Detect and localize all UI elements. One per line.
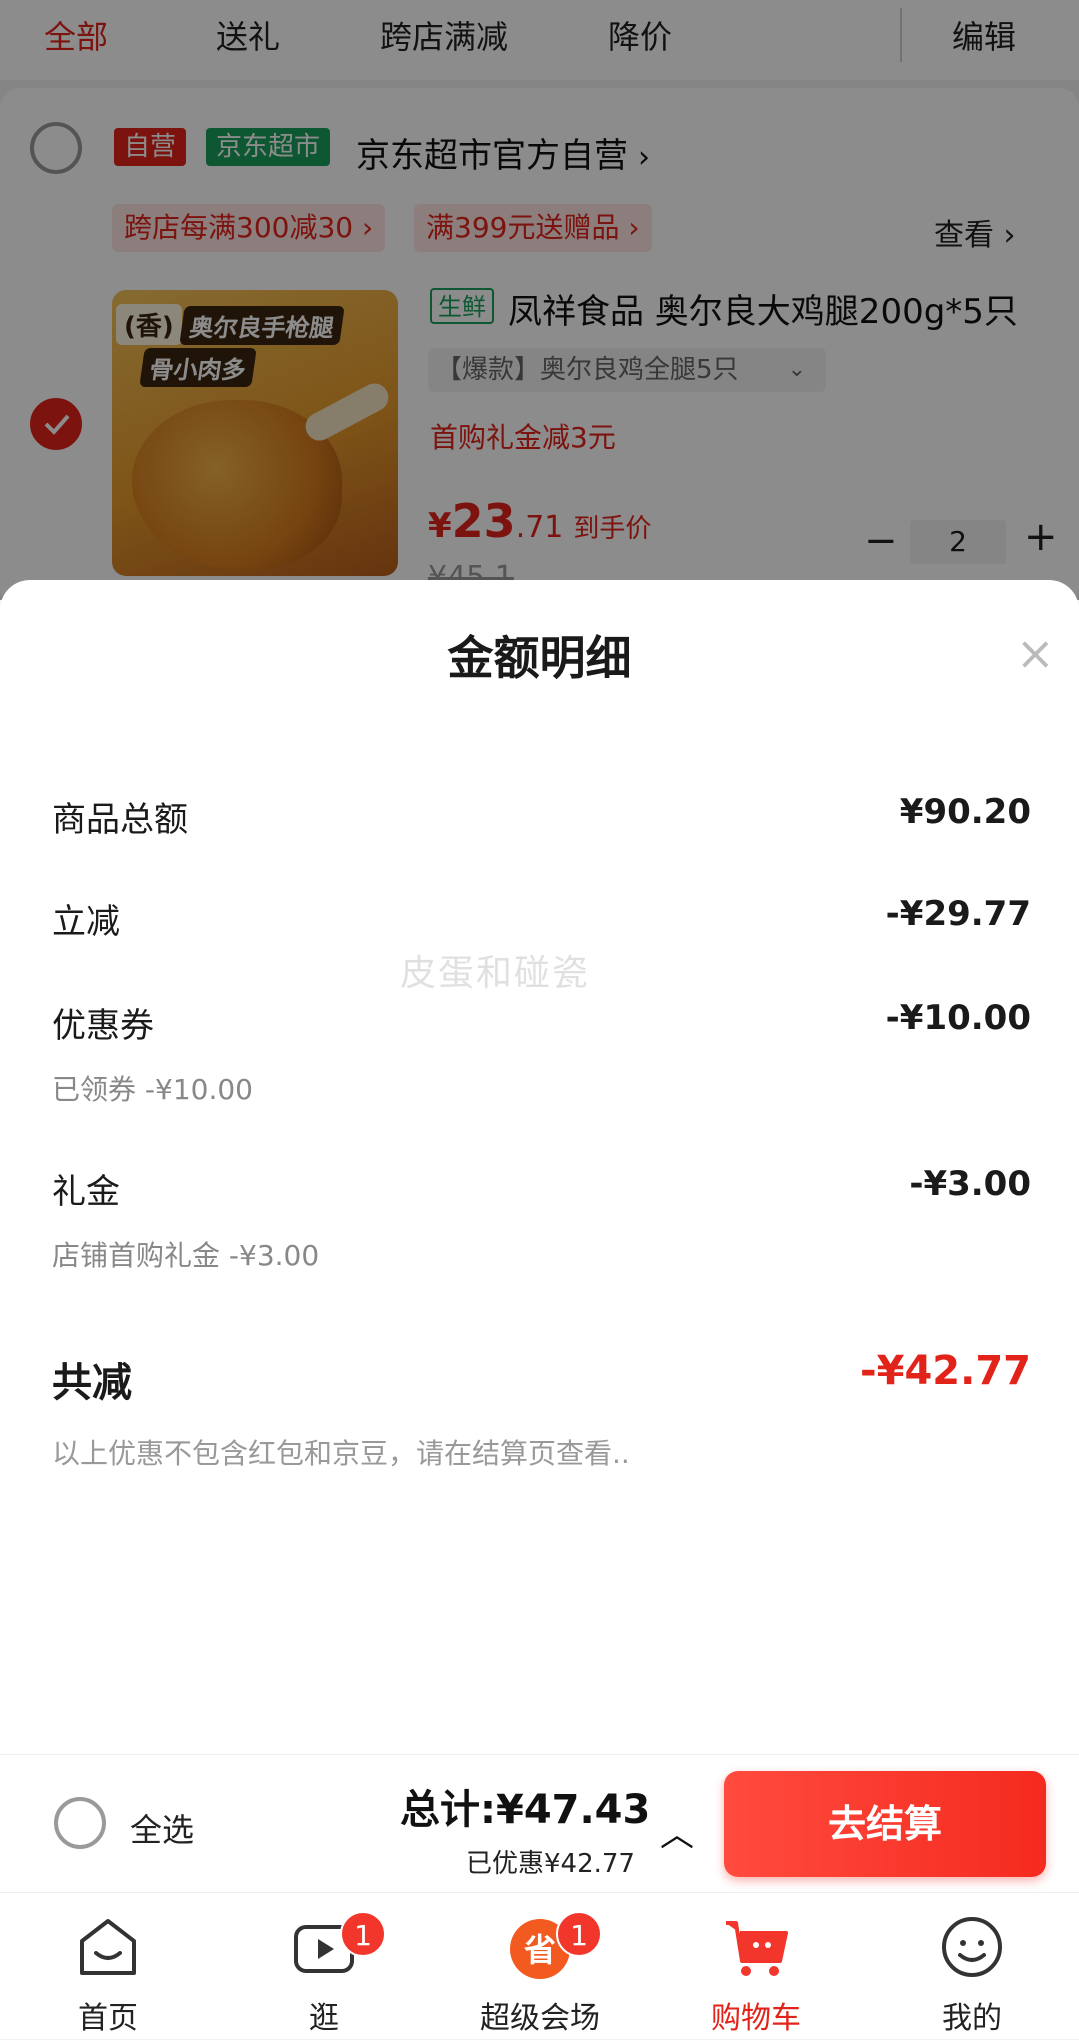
total-discount-label: 共减 [52, 1360, 132, 1406]
nav-item-browse[interactable]: 1 逛 [216, 1893, 432, 2040]
super-venue-badge: 1 [556, 1911, 602, 1957]
nav-label-profile: 我的 [942, 2001, 1002, 2036]
close-icon[interactable]: × [1016, 626, 1055, 680]
sheet-title: 金额明细 [447, 631, 632, 685]
amount-detail-sheet: 金额明细 × 商品总额 ¥90.20 立减 -¥29.77 皮蛋和碰瓷 优惠券 … [0, 580, 1079, 1754]
saved-amount: 已优惠¥42.77 [466, 1849, 635, 1879]
row-label-instant-discount: 立减 [52, 902, 120, 942]
row-value-gift-money: -¥3.00 [909, 1164, 1031, 1204]
row-value-subtotal: ¥90.20 [899, 792, 1031, 832]
chevron-up-icon[interactable]: ︿ [660, 1807, 694, 1856]
discount-note: 以上优惠不包含红包和京豆，请在结算页查看.. [52, 1437, 630, 1470]
nav-label-super-venue: 超级会场 [480, 2001, 600, 2036]
nav-item-profile[interactable]: 我的 [864, 1893, 1079, 2040]
svg-text:省: 省 [524, 1931, 556, 1969]
row-label-subtotal: 商品总额 [52, 800, 188, 840]
row-value-instant-discount: -¥29.77 [885, 894, 1031, 934]
select-all-label[interactable]: 全选 [130, 1805, 194, 1851]
nav-item-cart[interactable]: 购物车 [648, 1893, 864, 2040]
row-sub-gift-money: 店铺首购礼金 -¥3.00 [52, 1239, 320, 1272]
nav-label-browse: 逛 [309, 2001, 339, 2036]
nav-item-super-venue[interactable]: 省 1 超级会场 [432, 1893, 648, 2040]
browse-badge: 1 [340, 1911, 386, 1957]
checkout-button[interactable]: 去结算 [724, 1771, 1046, 1877]
select-all-radio[interactable] [54, 1797, 106, 1849]
home-icon [80, 1919, 136, 1975]
nav-label-cart: 购物车 [711, 2001, 801, 2036]
bottom-nav: 首页 1 逛 省 1 超级会场 购物车 我的 [0, 1892, 1079, 2039]
row-value-coupon: -¥10.00 [885, 998, 1031, 1038]
cart-page: 全部 送礼 跨店满减 降价 编辑 自营 京东超市 京东超市官方自营 › 跨店每满3… [0, 0, 1079, 2039]
row-label-gift-money: 礼金 [52, 1172, 120, 1212]
cart-icon [726, 1921, 788, 1976]
modal-overlay[interactable] [0, 0, 1079, 600]
profile-icon [942, 1917, 1002, 1977]
row-label-coupon: 优惠券 [52, 1006, 154, 1046]
total-discount-value: -¥42.77 [860, 1348, 1031, 1394]
total-amount: 总计:¥47.43 [400, 1787, 651, 1833]
watermark: 皮蛋和碰瓷 [400, 953, 591, 994]
row-sub-coupon: 已领券 -¥10.00 [52, 1073, 253, 1106]
nav-label-home: 首页 [78, 2001, 138, 2036]
nav-item-home[interactable]: 首页 [0, 1893, 216, 2040]
checkout-bar: 全选 总计:¥47.43 已优惠¥42.77 ︿ 去结算 [0, 1754, 1079, 1892]
